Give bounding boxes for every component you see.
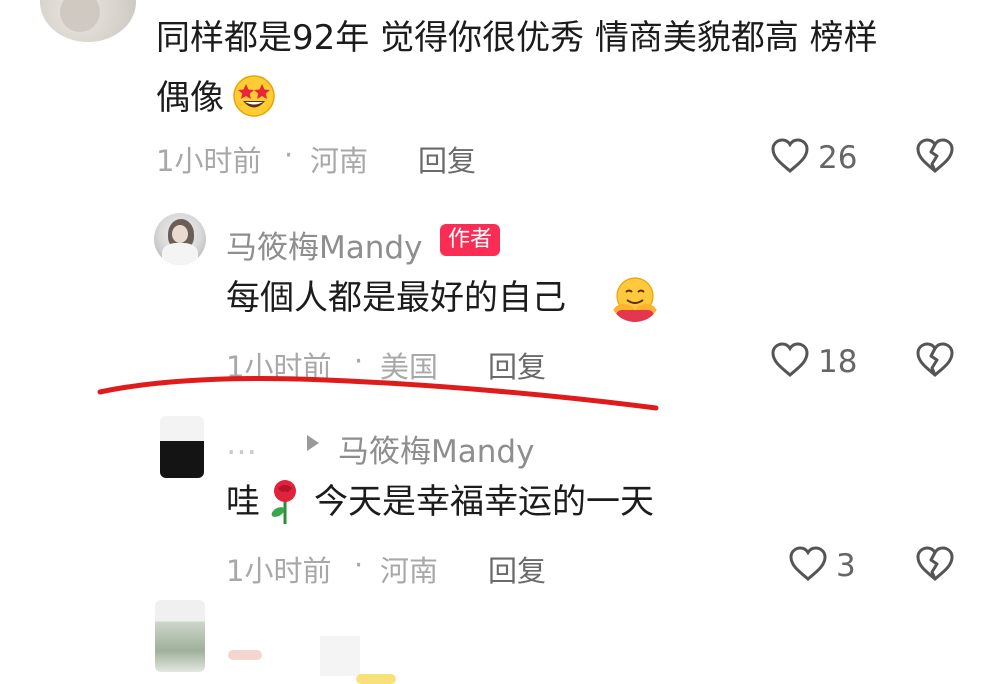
comment-text: 每個人都是最好的自己: [226, 278, 566, 318]
avatar[interactable]: [154, 213, 206, 265]
comment-text: 今天是幸福幸运的一天: [314, 482, 654, 522]
meta-separator: ·: [284, 138, 294, 172]
like-count: 3: [836, 548, 856, 584]
hugging-face-emoji: [613, 277, 657, 322]
like-count: 18: [818, 344, 858, 380]
blurred-content: [320, 636, 360, 676]
dislike-broken-heart-icon[interactable]: [915, 138, 955, 174]
star-struck-emoji: [233, 75, 275, 117]
reply-to-username[interactable]: 马筱梅Mandy: [338, 426, 534, 471]
reply-arrow-icon: [307, 435, 319, 451]
blurred-username: …: [226, 426, 257, 462]
reply-button[interactable]: 回复: [488, 548, 546, 590]
meta-separator: ·: [354, 548, 364, 582]
comment-time: 1小时前: [226, 554, 332, 588]
reply-button[interactable]: 回复: [418, 138, 476, 180]
comment-location: 河南: [310, 144, 369, 178]
avatar[interactable]: [155, 600, 205, 672]
heart-icon[interactable]: [788, 546, 828, 582]
comment-text: 同样都是92年 觉得你很优秀 情商美貌都高 榜样: [156, 18, 878, 58]
comment-text: 哇: [226, 482, 260, 522]
avatar[interactable]: [40, 0, 136, 42]
like-count: 26: [818, 140, 858, 176]
blurred-username: [228, 650, 262, 660]
author-badge: 作者: [440, 224, 501, 256]
comment-text: 偶像: [156, 78, 224, 118]
username[interactable]: 马筱梅Mandy: [226, 222, 422, 267]
comment-time: 1小时前: [156, 144, 262, 178]
avatar[interactable]: [160, 416, 204, 478]
blurred-content: [356, 674, 396, 684]
dislike-broken-heart-icon[interactable]: [915, 546, 955, 582]
red-underline-annotation: [97, 376, 659, 411]
dislike-broken-heart-icon[interactable]: [915, 342, 955, 378]
heart-icon[interactable]: [770, 138, 810, 174]
heart-icon[interactable]: [770, 342, 810, 378]
comment-location: 河南: [380, 554, 439, 588]
rose-emoji: [271, 480, 296, 524]
